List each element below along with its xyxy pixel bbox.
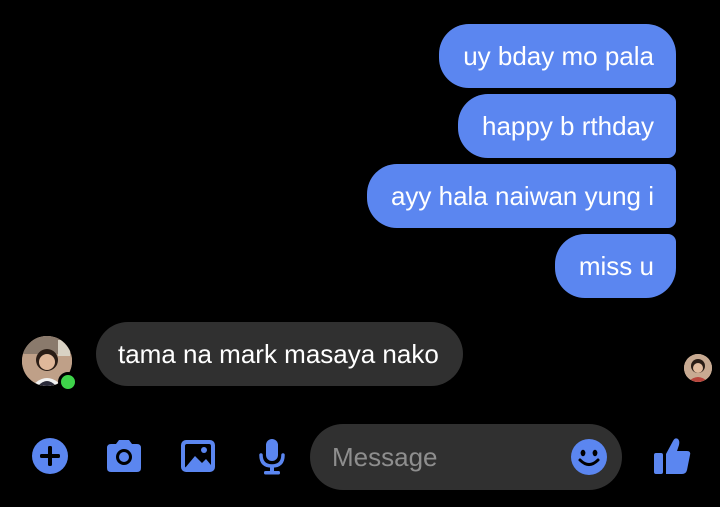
like-button[interactable] [650, 434, 694, 478]
sent-message[interactable]: uy bday mo pala [439, 24, 676, 88]
message-field[interactable] [310, 424, 622, 490]
sent-message[interactable]: ayy hala naiwan yung i [366, 164, 676, 228]
seen-receipt-avatar [684, 354, 712, 382]
online-status-dot [58, 372, 78, 392]
add-icon [32, 438, 68, 474]
received-message[interactable]: tama na mark masaya nako [96, 322, 463, 386]
image-icon [181, 440, 215, 472]
microphone-icon [259, 439, 285, 475]
sent-message[interactable]: happy b rthday [457, 94, 676, 158]
camera-button[interactable] [102, 434, 146, 478]
emoji-icon [571, 439, 607, 475]
gallery-button[interactable] [176, 434, 220, 478]
thumbs-up-icon [654, 438, 691, 474]
message-input[interactable] [332, 424, 562, 490]
emoji-button[interactable] [570, 438, 608, 476]
sent-message[interactable]: miss u [554, 234, 676, 298]
add-button[interactable] [28, 434, 72, 478]
message-composer [0, 420, 720, 500]
camera-icon [107, 440, 141, 472]
voice-button[interactable] [250, 434, 294, 478]
